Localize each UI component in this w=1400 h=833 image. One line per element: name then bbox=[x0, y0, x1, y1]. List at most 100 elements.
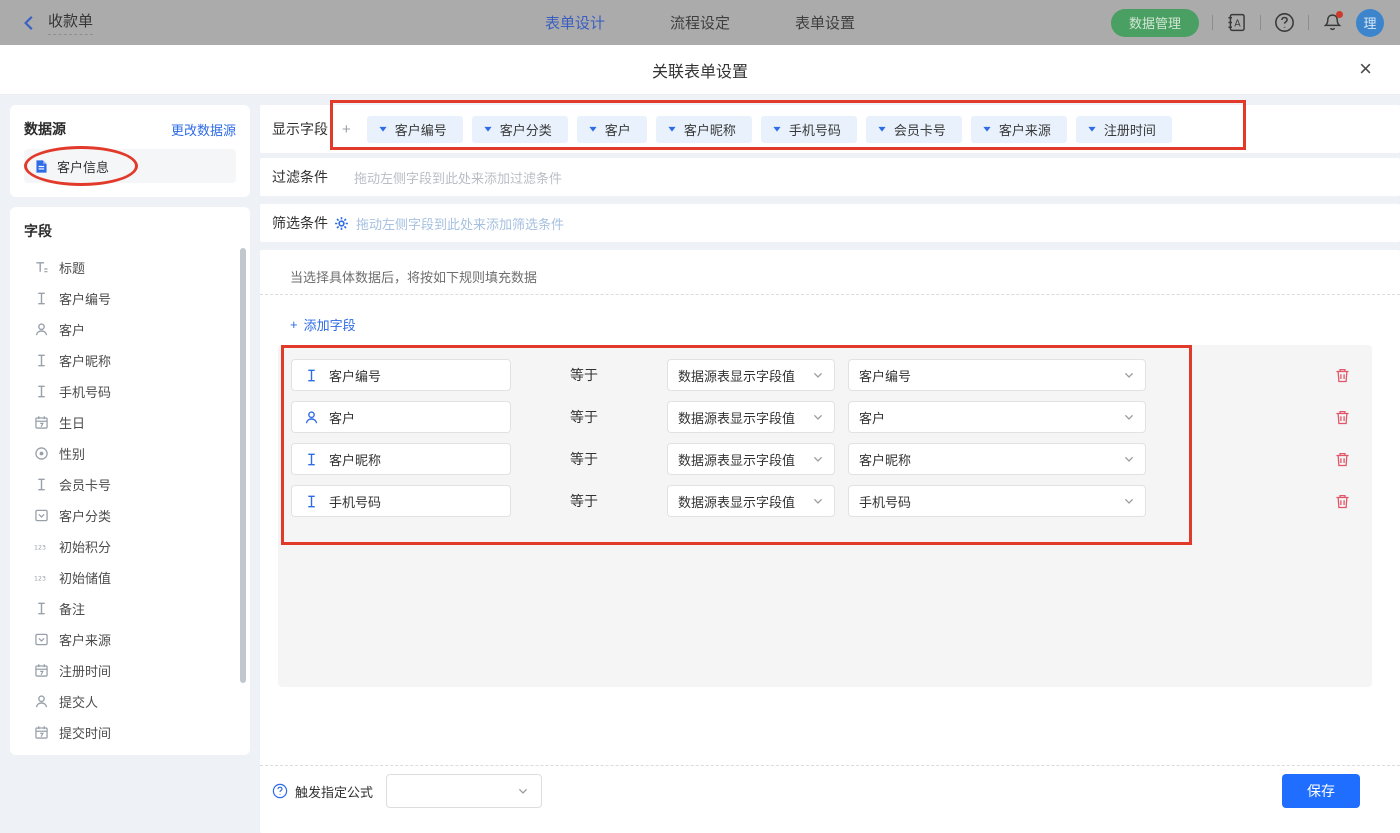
field-list-item[interactable]: 客户分类 bbox=[24, 500, 250, 531]
display-field-tag-label: 客户来源 bbox=[999, 120, 1051, 139]
topbar-tab[interactable]: 表单设置 bbox=[795, 12, 855, 33]
rule-source-value: 数据源表显示字段值 bbox=[678, 366, 795, 385]
field-list-item[interactable]: 客户昵称 bbox=[24, 345, 250, 376]
rule-source-select[interactable]: 数据源表显示字段值 bbox=[667, 401, 835, 433]
display-field-tag[interactable]: 会员卡号 bbox=[866, 116, 962, 143]
topbar-tab[interactable]: 流程设定 bbox=[670, 12, 730, 33]
display-field-tag-label: 注册时间 bbox=[1104, 120, 1156, 139]
field-list-item[interactable]: 提交时间 bbox=[24, 717, 250, 748]
rule-value-value: 客户 bbox=[859, 408, 885, 427]
field-list-item[interactable]: 客户编号 bbox=[24, 283, 250, 314]
add-display-field-button[interactable]: + bbox=[342, 121, 351, 138]
back-icon[interactable] bbox=[20, 14, 38, 32]
display-field-tag[interactable]: 客户来源 bbox=[971, 116, 1067, 143]
field-list-item-label: 客户分类 bbox=[59, 506, 111, 525]
rule-target-field[interactable]: 客户 bbox=[291, 401, 511, 433]
datasource-item[interactable]: 客户信息 bbox=[24, 149, 236, 183]
change-datasource-link[interactable]: 更改数据源 bbox=[171, 120, 236, 139]
rule-value-value: 客户编号 bbox=[859, 366, 911, 385]
display-field-tag[interactable]: 客户编号 bbox=[367, 116, 463, 143]
field-list-item[interactable]: 手机号码 bbox=[24, 376, 250, 407]
field-list-item-label: 客户来源 bbox=[59, 630, 111, 649]
topbar-tab[interactable]: 表单设计 bbox=[545, 12, 605, 33]
display-field-tag[interactable]: 客户 bbox=[577, 116, 647, 143]
delete-rule-icon[interactable] bbox=[1334, 493, 1351, 510]
display-field-tag[interactable]: 客户分类 bbox=[472, 116, 568, 143]
field-list-item[interactable]: 123 初始储值 bbox=[24, 562, 250, 593]
topbar-tabs: 表单设计 流程设定 表单设置 bbox=[545, 12, 855, 33]
text-icon bbox=[304, 494, 319, 509]
rule-source-select[interactable]: 数据源表显示字段值 bbox=[667, 443, 835, 475]
rule-value-select[interactable]: 客户编号 bbox=[848, 359, 1146, 391]
field-list-item[interactable]: 提交人 bbox=[24, 686, 250, 717]
svg-text:A: A bbox=[1234, 18, 1241, 29]
field-list-item-label: 初始积分 bbox=[59, 537, 111, 556]
chevron-down-icon bbox=[1123, 453, 1135, 465]
display-field-tag-label: 手机号码 bbox=[789, 120, 841, 139]
field-list-item[interactable]: 会员卡号 bbox=[24, 469, 250, 500]
rule-target-field-label: 客户昵称 bbox=[329, 450, 381, 469]
rule-target-field-label: 手机号码 bbox=[329, 492, 381, 511]
top-app-bar: 收款单 表单设计 流程设定 表单设置 数据管理 A 理 bbox=[0, 0, 1400, 45]
fill-rules-hint: 当选择具体数据后，将按如下规则填充数据 bbox=[260, 250, 1400, 295]
add-field-button[interactable]: + 添加字段 bbox=[260, 295, 1400, 334]
chevron-down-icon bbox=[812, 369, 824, 381]
help-icon[interactable] bbox=[1274, 12, 1295, 33]
display-fields-section: 显示字段 + 客户编号 客户分类 客户 bbox=[260, 105, 1400, 153]
filter-dropzone[interactable]: 拖动左侧字段到此处来添加过滤条件 bbox=[354, 168, 562, 187]
modal-footer: 触发指定公式 保存 bbox=[260, 765, 1400, 816]
rule-value-select[interactable]: 客户昵称 bbox=[848, 443, 1146, 475]
rule-operator: 等于 bbox=[570, 365, 598, 385]
chevron-down-icon bbox=[812, 495, 824, 507]
user-icon bbox=[34, 694, 49, 709]
caret-down-icon bbox=[1087, 124, 1097, 134]
rule-source-select[interactable]: 数据源表显示字段值 bbox=[667, 485, 835, 517]
delete-rule-icon[interactable] bbox=[1334, 409, 1351, 426]
add-field-label: 添加字段 bbox=[304, 315, 356, 334]
field-list-item[interactable]: 性别 bbox=[24, 438, 250, 469]
rule-source-select[interactable]: 数据源表显示字段值 bbox=[667, 359, 835, 391]
display-field-tag[interactable]: 手机号码 bbox=[761, 116, 857, 143]
data-manage-button[interactable]: 数据管理 bbox=[1111, 9, 1199, 37]
question-circle-icon[interactable] bbox=[272, 783, 288, 799]
calendar-icon bbox=[34, 415, 49, 430]
field-list-item[interactable]: 123 初始积分 bbox=[24, 531, 250, 562]
field-list-item[interactable]: 备注 bbox=[24, 593, 250, 624]
rule-target-field[interactable]: 客户昵称 bbox=[291, 443, 511, 475]
rule-target-field[interactable]: 手机号码 bbox=[291, 485, 511, 517]
chevron-down-icon bbox=[812, 411, 824, 423]
svg-text:123: 123 bbox=[34, 544, 46, 551]
save-button[interactable]: 保存 bbox=[1282, 774, 1360, 808]
rule-value-select[interactable]: 客户 bbox=[848, 401, 1146, 433]
calendar-icon bbox=[34, 725, 49, 740]
field-list-item[interactable]: 客户来源 bbox=[24, 624, 250, 655]
field-list-item-label: 会员卡号 bbox=[59, 475, 111, 494]
field-list-item[interactable]: 标题 bbox=[24, 252, 250, 283]
field-list-item-label: 备注 bbox=[59, 599, 85, 618]
field-list-item[interactable]: 注册时间 bbox=[24, 655, 250, 686]
rule-value-select[interactable]: 手机号码 bbox=[848, 485, 1146, 517]
fields-scrollbar[interactable] bbox=[240, 248, 246, 683]
fields-list: 标题 客户编号 客户 客户昵称 bbox=[24, 252, 250, 748]
display-field-tag[interactable]: 注册时间 bbox=[1076, 116, 1172, 143]
delete-rule-icon[interactable] bbox=[1334, 367, 1351, 384]
field-list-item[interactable]: 客户 bbox=[24, 314, 250, 345]
filter-condition-label: 过滤条件 bbox=[272, 167, 328, 187]
sift-dropzone[interactable]: 拖动左侧字段到此处来添加筛选条件 bbox=[356, 214, 564, 233]
delete-rule-icon[interactable] bbox=[1334, 451, 1351, 468]
divider bbox=[1212, 15, 1213, 30]
address-book-icon[interactable]: A bbox=[1226, 12, 1247, 33]
chevron-down-icon bbox=[517, 785, 529, 797]
close-icon[interactable]: × bbox=[1359, 55, 1372, 83]
form-doc-icon bbox=[34, 159, 49, 174]
avatar[interactable]: 理 bbox=[1356, 9, 1384, 37]
divider bbox=[1308, 15, 1309, 30]
notification-bell-icon[interactable] bbox=[1322, 12, 1343, 33]
field-list-item[interactable]: 生日 bbox=[24, 407, 250, 438]
gear-icon[interactable] bbox=[334, 216, 349, 231]
display-field-tag[interactable]: 客户昵称 bbox=[656, 116, 752, 143]
rule-target-field[interactable]: 客户编号 bbox=[291, 359, 511, 391]
rule-operator: 等于 bbox=[570, 407, 598, 427]
trigger-formula-select[interactable] bbox=[386, 774, 542, 808]
form-name[interactable]: 收款单 bbox=[48, 10, 93, 35]
